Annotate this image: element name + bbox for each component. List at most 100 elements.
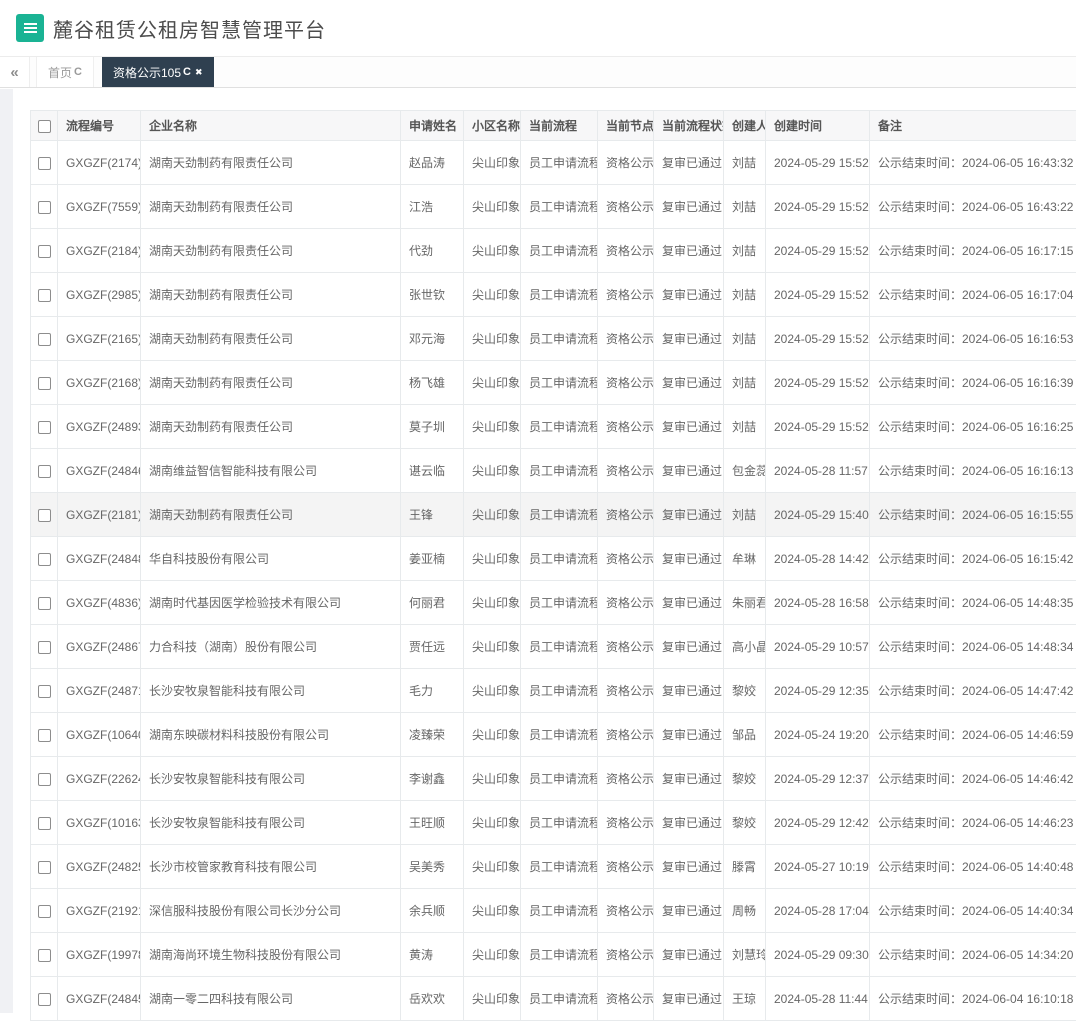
top-header: 麓谷租赁公租房智慧管理平台: [0, 0, 1076, 57]
col-header-applicant: 申请姓名: [401, 111, 464, 141]
collapsed-sidebar[interactable]: [0, 89, 13, 1013]
cell-community: 尖山印象: [464, 801, 521, 845]
cell-remark: 公示结束时间：2024-06-05 14:48:35: [870, 581, 1076, 625]
cell-node: 资格公示: [598, 493, 654, 537]
cell-remark: 公示结束时间：2024-06-05 14:46:23: [870, 801, 1076, 845]
row-checkbox[interactable]: [38, 729, 51, 742]
cell-flow-id: GXGZF(24825): [58, 845, 141, 889]
main-content: 流程编号 企业名称 申请姓名 小区名称 当前流程 当前节点 当前流程状态 创建人…: [0, 88, 1076, 1021]
cell-node: 资格公示: [598, 273, 654, 317]
cell-created-time: 2024-05-28 14:42:50: [766, 537, 870, 581]
cell-remark: 公示结束时间：2024-06-05 16:15:42: [870, 537, 1076, 581]
row-checkbox[interactable]: [38, 641, 51, 654]
table-row[interactable]: GXGZF(24845) 湖南一零二四科技有限公司 岳欢欢 尖山印象 员工申请流…: [31, 977, 1076, 1021]
cell-creator: 滕霄: [724, 845, 766, 889]
cell-applicant: 贾任远: [401, 625, 464, 669]
cell-created-time: 2024-05-28 16:58:18: [766, 581, 870, 625]
row-checkbox[interactable]: [38, 509, 51, 522]
table-row[interactable]: GXGZF(2985) 湖南天劲制药有限责任公司 张世钦 尖山印象 员工申请流程…: [31, 273, 1076, 317]
table-row[interactable]: GXGZF(24846) 湖南维益智信智能科技有限公司 谌云临 尖山印象 员工申…: [31, 449, 1076, 493]
col-header-community: 小区名称: [464, 111, 521, 141]
tab-home[interactable]: 首页 C: [36, 57, 94, 87]
row-checkbox[interactable]: [38, 201, 51, 214]
row-checkbox[interactable]: [38, 333, 51, 346]
cell-process: 员工申请流程: [521, 405, 598, 449]
table-row[interactable]: GXGZF(4836) 湖南时代基因医学检验技术有限公司 何丽君 尖山印象 员工…: [31, 581, 1076, 625]
cell-status: 复审已通过: [654, 273, 724, 317]
cell-node: 资格公示: [598, 757, 654, 801]
row-checkbox[interactable]: [38, 817, 51, 830]
cell-node: 资格公示: [598, 317, 654, 361]
table-row[interactable]: GXGZF(2181) 湖南天劲制药有限责任公司 王锋 尖山印象 员工申请流程 …: [31, 493, 1076, 537]
table-row[interactable]: GXGZF(24871) 长沙安牧泉智能科技有限公司 毛力 尖山印象 员工申请流…: [31, 669, 1076, 713]
cell-remark: 公示结束时间：2024-06-05 16:43:22: [870, 185, 1076, 229]
cell-remark: 公示结束时间：2024-06-04 16:10:18: [870, 977, 1076, 1021]
table-row[interactable]: GXGZF(10640) 湖南东映碳材料科技股份有限公司 凌臻荣 尖山印象 员工…: [31, 713, 1076, 757]
row-checkbox[interactable]: [38, 289, 51, 302]
cell-node: 资格公示: [598, 581, 654, 625]
cell-process: 员工申请流程: [521, 141, 598, 185]
table-row[interactable]: GXGZF(22624) 长沙安牧泉智能科技有限公司 李谢鑫 尖山印象 员工申请…: [31, 757, 1076, 801]
cell-flow-id: GXGZF(24846): [58, 449, 141, 493]
cell-process: 员工申请流程: [521, 669, 598, 713]
cell-process: 员工申请流程: [521, 317, 598, 361]
close-icon[interactable]: ✖: [195, 67, 203, 78]
row-checkbox[interactable]: [38, 377, 51, 390]
row-checkbox[interactable]: [38, 157, 51, 170]
cell-creator: 刘喆: [724, 405, 766, 449]
cell-node: 资格公示: [598, 889, 654, 933]
row-checkbox[interactable]: [38, 949, 51, 962]
cell-process: 员工申请流程: [521, 537, 598, 581]
cell-remark: 公示结束时间：2024-06-05 16:16:53: [870, 317, 1076, 361]
row-checkbox[interactable]: [38, 773, 51, 786]
row-checkbox[interactable]: [38, 993, 51, 1006]
cell-status: 复审已通过: [654, 317, 724, 361]
table-row[interactable]: GXGZF(24848) 华自科技股份有限公司 姜亚楠 尖山印象 员工申请流程 …: [31, 537, 1076, 581]
cell-flow-id: GXGZF(10640): [58, 713, 141, 757]
row-checkbox[interactable]: [38, 905, 51, 918]
row-checkbox[interactable]: [38, 421, 51, 434]
table-row[interactable]: GXGZF(19978) 湖南海尚环境生物科技股份有限公司 黄涛 尖山印象 员工…: [31, 933, 1076, 977]
table-row[interactable]: GXGZF(24893) 湖南天劲制药有限责任公司 莫子圳 尖山印象 员工申请流…: [31, 405, 1076, 449]
table-row[interactable]: GXGZF(10163) 长沙安牧泉智能科技有限公司 王旺顺 尖山印象 员工申请…: [31, 801, 1076, 845]
cell-applicant: 岳欢欢: [401, 977, 464, 1021]
table-row[interactable]: GXGZF(2168) 湖南天劲制药有限责任公司 杨飞雄 尖山印象 员工申请流程…: [31, 361, 1076, 405]
table-row[interactable]: GXGZF(7559) 湖南天劲制药有限责任公司 江浩 尖山印象 员工申请流程 …: [31, 185, 1076, 229]
cell-community: 尖山印象: [464, 141, 521, 185]
cell-process: 员工申请流程: [521, 185, 598, 229]
cell-creator: 刘喆: [724, 141, 766, 185]
table-row[interactable]: GXGZF(24825) 长沙市校管家教育科技有限公司 吴美秀 尖山印象 员工申…: [31, 845, 1076, 889]
table-row[interactable]: GXGZF(2174) 湖南天劲制药有限责任公司 赵品涛 尖山印象 员工申请流程…: [31, 141, 1076, 185]
refresh-icon[interactable]: C: [183, 66, 191, 78]
sidebar-toggle-button[interactable]: [16, 14, 44, 42]
table-row[interactable]: GXGZF(2165) 湖南天劲制药有限责任公司 邓元海 尖山印象 员工申请流程…: [31, 317, 1076, 361]
row-checkbox[interactable]: [38, 553, 51, 566]
cell-applicant: 王锋: [401, 493, 464, 537]
cell-applicant: 邓元海: [401, 317, 464, 361]
row-checkbox[interactable]: [38, 245, 51, 258]
cell-remark: 公示结束时间：2024-06-05 14:46:42: [870, 757, 1076, 801]
refresh-icon[interactable]: C: [74, 66, 82, 78]
cell-flow-id: GXGZF(2168): [58, 361, 141, 405]
tabs-scroll-left-button[interactable]: «: [0, 57, 30, 87]
row-checkbox[interactable]: [38, 685, 51, 698]
cell-remark: 公示结束时间：2024-06-05 16:15:55: [870, 493, 1076, 537]
row-checkbox[interactable]: [38, 861, 51, 874]
cell-flow-id: GXGZF(2165): [58, 317, 141, 361]
cell-applicant: 王旺顺: [401, 801, 464, 845]
row-checkbox[interactable]: [38, 597, 51, 610]
cell-created-time: 2024-05-29 10:57:01: [766, 625, 870, 669]
table-row[interactable]: GXGZF(21921) 深信服科技股份有限公司长沙分公司 余兵顺 尖山印象 员…: [31, 889, 1076, 933]
select-all-checkbox[interactable]: [38, 120, 51, 133]
table-row[interactable]: GXGZF(2184) 湖南天劲制药有限责任公司 代劲 尖山印象 员工申请流程 …: [31, 229, 1076, 273]
cell-flow-id: GXGZF(2181): [58, 493, 141, 537]
tab-qualification-publicity[interactable]: 资格公示105 C ✖: [102, 57, 214, 87]
cell-community: 尖山印象: [464, 229, 521, 273]
table-row[interactable]: GXGZF(24867) 力合科技（湖南）股份有限公司 贾任远 尖山印象 员工申…: [31, 625, 1076, 669]
cell-creator: 刘喆: [724, 273, 766, 317]
cell-company: 湖南天劲制药有限责任公司: [141, 273, 401, 317]
cell-process: 员工申请流程: [521, 757, 598, 801]
cell-community: 尖山印象: [464, 405, 521, 449]
row-checkbox[interactable]: [38, 465, 51, 478]
cell-process: 员工申请流程: [521, 801, 598, 845]
